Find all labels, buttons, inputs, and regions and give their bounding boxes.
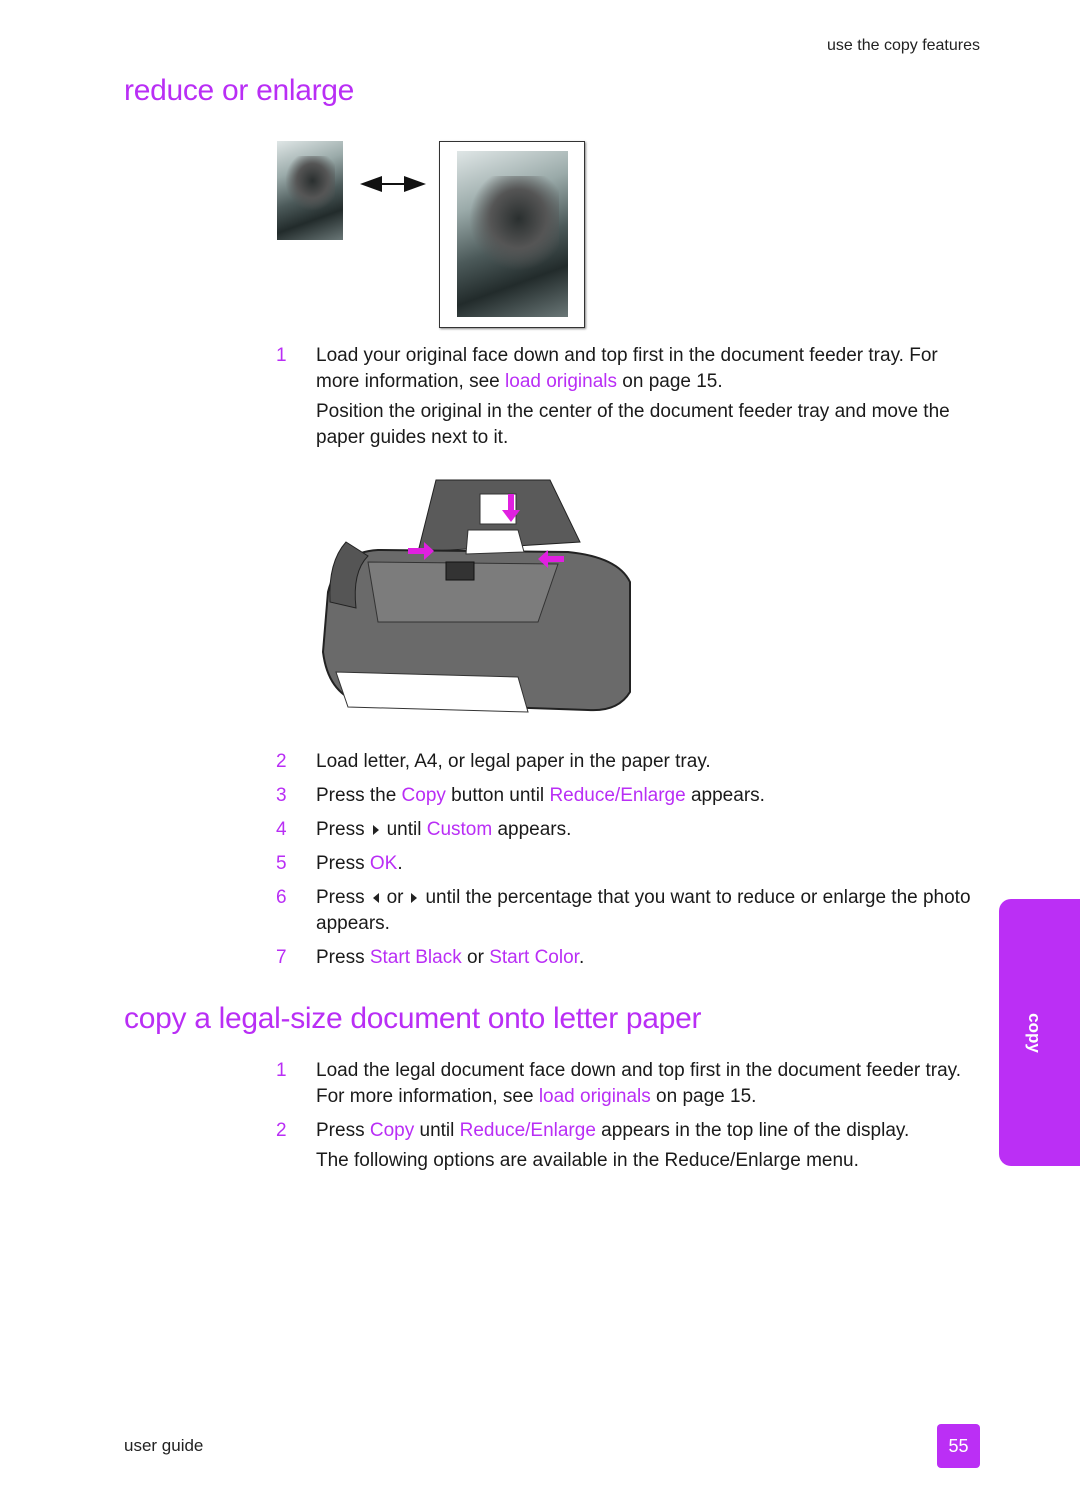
step-text: button until	[445, 785, 550, 806]
step-item: 3 Press the Copy button until Reduce/Enl…	[276, 783, 976, 809]
step-note: Position the original in the center of t…	[316, 401, 950, 448]
enlarged-page-frame	[439, 141, 585, 328]
step-number: 1	[276, 1060, 287, 1081]
left-arrow-icon	[372, 892, 379, 903]
running-head: use the copy features	[827, 37, 980, 54]
step-text: .	[578, 947, 585, 968]
step-text: until	[414, 1120, 460, 1141]
step-text: or	[386, 887, 404, 908]
step-text: Press	[316, 1120, 370, 1141]
step-text: on page 15.	[650, 1086, 757, 1107]
step-text: Press	[316, 819, 365, 840]
step-item: 7 Press Start Black or Start Color.	[276, 945, 976, 971]
section-title-reduce-enlarge: reduce or enlarge	[124, 74, 355, 107]
step-number: 6	[276, 887, 287, 908]
step-item: 6 Press or until the percentage that you w…	[276, 885, 976, 937]
step-item: 5 Press OK.	[276, 851, 976, 877]
reduce-enlarge-ref: Reduce/Enlarge	[459, 1120, 596, 1141]
step-text: or	[461, 947, 490, 968]
step-item: 4 Press until Custom appears.	[276, 817, 976, 843]
chapter-tab-label: copy	[1025, 1013, 1044, 1053]
step-text: Press	[316, 887, 365, 908]
step-item: 2 Press Copy until Reduce/Enlarge appear…	[276, 1118, 976, 1174]
step-text: on page 15.	[617, 371, 723, 392]
double-arrow-icon	[360, 176, 426, 192]
step-text: Press	[316, 947, 370, 968]
step-item: 1 Load your original face down and top f…	[276, 343, 976, 451]
copy-button-ref: Copy	[369, 1120, 415, 1141]
step-number: 7	[276, 947, 287, 968]
section-title-legal-to-letter: copy a legal-size document onto letter p…	[124, 1002, 702, 1035]
steps-list-2: 1 Load the legal document face down and …	[276, 1058, 976, 1182]
step-item: 2 Load letter, A4, or legal paper in the…	[276, 749, 976, 775]
step-text: Load letter, A4, or legal paper in the p…	[316, 751, 711, 772]
right-arrow-icon	[411, 892, 418, 903]
page-number: 55	[937, 1424, 980, 1468]
custom-ref: Custom	[426, 819, 493, 840]
step-number: 3	[276, 785, 287, 806]
load-originals-link[interactable]: load originals	[539, 1086, 651, 1107]
step-text: appears in the top line of the display.	[595, 1120, 910, 1141]
copy-button-ref: Copy	[401, 785, 446, 806]
step-number: 2	[276, 1120, 287, 1141]
step-text: until	[386, 819, 427, 840]
step-text: appears.	[492, 819, 572, 840]
tiger-photo-large	[457, 151, 568, 317]
step-text: .	[397, 853, 403, 874]
footer-title: user guide	[124, 1436, 204, 1455]
step-text: Press the	[316, 785, 402, 806]
tiger-photo-small	[277, 141, 343, 240]
step-number: 4	[276, 819, 287, 840]
start-color-ref: Start Color	[489, 947, 579, 968]
step-text: Press	[316, 853, 370, 874]
step-number: 2	[276, 751, 287, 772]
steps-list-1: 1 Load your original face down and top f…	[276, 343, 976, 459]
printer-illustration	[321, 479, 631, 713]
step-text: appears.	[685, 785, 765, 806]
right-arrow-icon	[372, 824, 379, 835]
load-originals-link[interactable]: load originals	[505, 371, 617, 392]
start-black-ref: Start Black	[369, 947, 462, 968]
step-number: 5	[276, 853, 287, 874]
step-note: The following options are available in t…	[316, 1150, 859, 1171]
reduce-enlarge-ref: Reduce/Enlarge	[549, 785, 686, 806]
step-number: 1	[276, 345, 287, 366]
ok-button-ref: OK	[369, 853, 398, 874]
step-item: 1 Load the legal document face down and …	[276, 1058, 976, 1110]
steps-list-1b: 2 Load letter, A4, or legal paper in the…	[276, 749, 976, 979]
